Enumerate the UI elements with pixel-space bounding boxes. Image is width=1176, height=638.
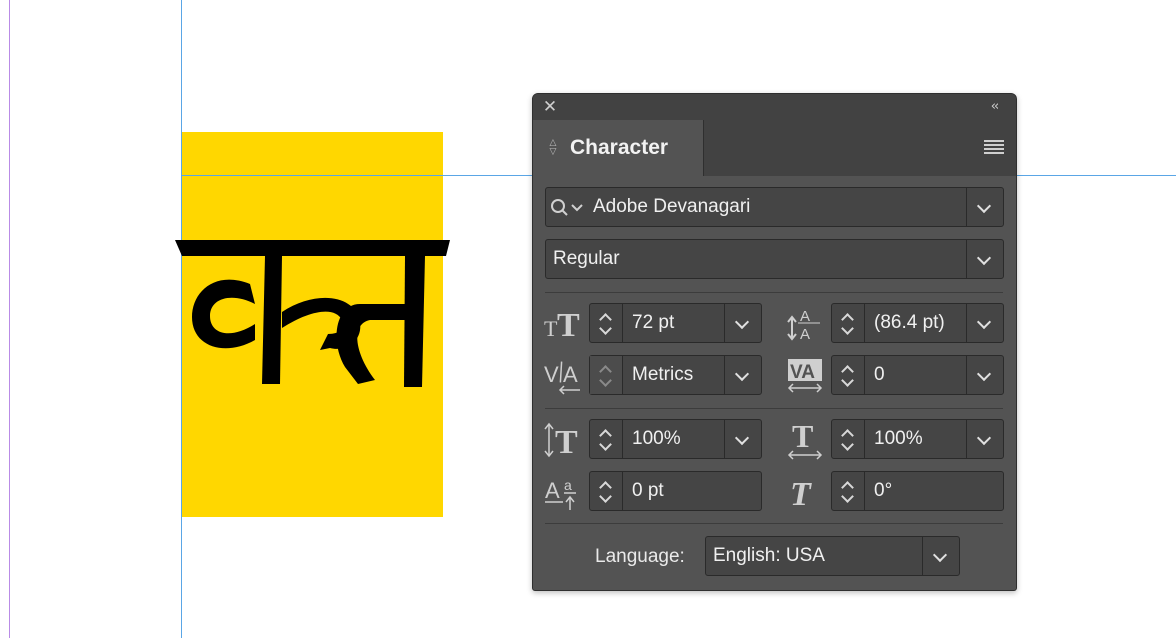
vertical-scale-value[interactable]: 100% xyxy=(632,420,681,458)
svg-text:A: A xyxy=(800,326,810,343)
leading-icon: A A xyxy=(787,308,820,343)
horizontal-scale-stepper[interactable] xyxy=(832,420,865,458)
tracking-dropdown[interactable] xyxy=(966,356,1003,394)
baseline-shift-value[interactable]: 0 pt xyxy=(632,472,664,510)
svg-text:a: a xyxy=(564,477,572,493)
skew-value[interactable]: 0° xyxy=(874,472,892,510)
svg-text:T: T xyxy=(544,316,558,341)
svg-text:V: V xyxy=(544,362,559,387)
language-value[interactable]: English: USA xyxy=(713,537,825,575)
character-panel: ✕ ‹‹ △ ▽ Character Adobe Devanagari Regul… xyxy=(532,93,1017,591)
font-size-field[interactable]: 72 pt xyxy=(589,303,762,343)
chevron-down-icon xyxy=(976,250,992,266)
chevron-down-icon xyxy=(976,314,992,330)
svg-text:T: T xyxy=(555,424,578,460)
chevron-down-icon xyxy=(976,366,992,382)
font-family-value[interactable]: Adobe Devanagari xyxy=(593,188,750,226)
kerning-dropdown[interactable] xyxy=(724,356,761,394)
leading-stepper[interactable] xyxy=(832,304,865,342)
leading-dropdown[interactable] xyxy=(966,304,1003,342)
font-family-dropdown[interactable] xyxy=(966,188,1003,226)
font-size-dropdown[interactable] xyxy=(724,304,761,342)
font-family-field[interactable]: Adobe Devanagari xyxy=(545,187,1004,227)
divider xyxy=(545,408,1003,409)
chevron-down-icon xyxy=(734,366,750,382)
divider xyxy=(545,523,1003,524)
panel-titlebar[interactable]: ✕ ‹‹ xyxy=(533,94,1016,120)
leading-value[interactable]: (86.4 pt) xyxy=(874,304,945,342)
vertical-scale-icon: T xyxy=(544,422,578,460)
search-icon[interactable] xyxy=(550,198,590,218)
panel-tab-row: △ ▽ Character xyxy=(533,120,1016,176)
tracking-field[interactable]: 0 xyxy=(831,355,1004,395)
tracking-stepper[interactable] xyxy=(832,356,865,394)
svg-text:VA: VA xyxy=(790,362,815,383)
vertical-scale-field[interactable]: 100% xyxy=(589,419,762,459)
svg-text:A: A xyxy=(563,362,578,387)
language-label: Language: xyxy=(595,546,685,567)
tracking-value[interactable]: 0 xyxy=(874,356,885,394)
font-style-value[interactable]: Regular xyxy=(553,240,620,278)
vertical-scale-dropdown[interactable] xyxy=(724,420,761,458)
kerning-value[interactable]: Metrics xyxy=(632,356,693,394)
tracking-icon: VA xyxy=(787,359,823,393)
svg-text:T: T xyxy=(557,307,580,344)
leading-field[interactable]: (86.4 pt) xyxy=(831,303,1004,343)
language-field[interactable]: English: USA xyxy=(705,536,960,576)
panel-menu-icon[interactable] xyxy=(984,140,1004,154)
chevron-down-icon xyxy=(932,547,948,563)
tab-expand-icon[interactable]: △ ▽ xyxy=(547,139,559,159)
skew-icon: T xyxy=(790,476,812,512)
divider xyxy=(545,292,1003,293)
kerning-stepper xyxy=(590,356,623,394)
chevron-down-icon xyxy=(976,198,992,214)
font-size-stepper[interactable] xyxy=(590,304,623,342)
vertical-scale-stepper[interactable] xyxy=(590,420,623,458)
horizontal-scale-dropdown[interactable] xyxy=(966,420,1003,458)
tab-label: Character xyxy=(570,136,669,159)
skew-stepper[interactable] xyxy=(832,472,865,510)
skew-field[interactable]: 0° xyxy=(831,471,1004,511)
double-chevron-left-icon[interactable]: ‹‹ xyxy=(984,97,1004,117)
kerning-field[interactable]: Metrics xyxy=(589,355,762,395)
font-style-dropdown[interactable] xyxy=(966,240,1003,278)
horizontal-scale-icon: T xyxy=(787,420,823,460)
font-size-icon: T T xyxy=(544,307,580,344)
svg-text:A: A xyxy=(545,478,560,503)
tab-character[interactable]: △ ▽ Character xyxy=(533,120,704,176)
chevron-down-icon xyxy=(734,430,750,446)
svg-text:A: A xyxy=(800,308,810,325)
language-dropdown[interactable] xyxy=(922,537,959,575)
baseline-shift-icon: A a xyxy=(545,477,576,510)
baseline-shift-field[interactable]: 0 pt xyxy=(589,471,762,511)
baseline-shift-stepper[interactable] xyxy=(590,472,623,510)
margin-guide-left xyxy=(9,0,10,638)
devanagari-text[interactable]: क्त xyxy=(170,232,460,402)
horizontal-scale-value[interactable]: 100% xyxy=(874,420,923,458)
kerning-icon: V A xyxy=(544,361,580,395)
font-style-field[interactable]: Regular xyxy=(545,239,1004,279)
chevron-down-icon xyxy=(734,314,750,330)
svg-text:T: T xyxy=(792,420,813,454)
svg-text:T: T xyxy=(790,476,812,512)
close-icon[interactable]: ✕ xyxy=(541,97,559,117)
chevron-down-icon xyxy=(976,430,992,446)
font-size-value[interactable]: 72 pt xyxy=(632,304,674,342)
horizontal-scale-field[interactable]: 100% xyxy=(831,419,1004,459)
